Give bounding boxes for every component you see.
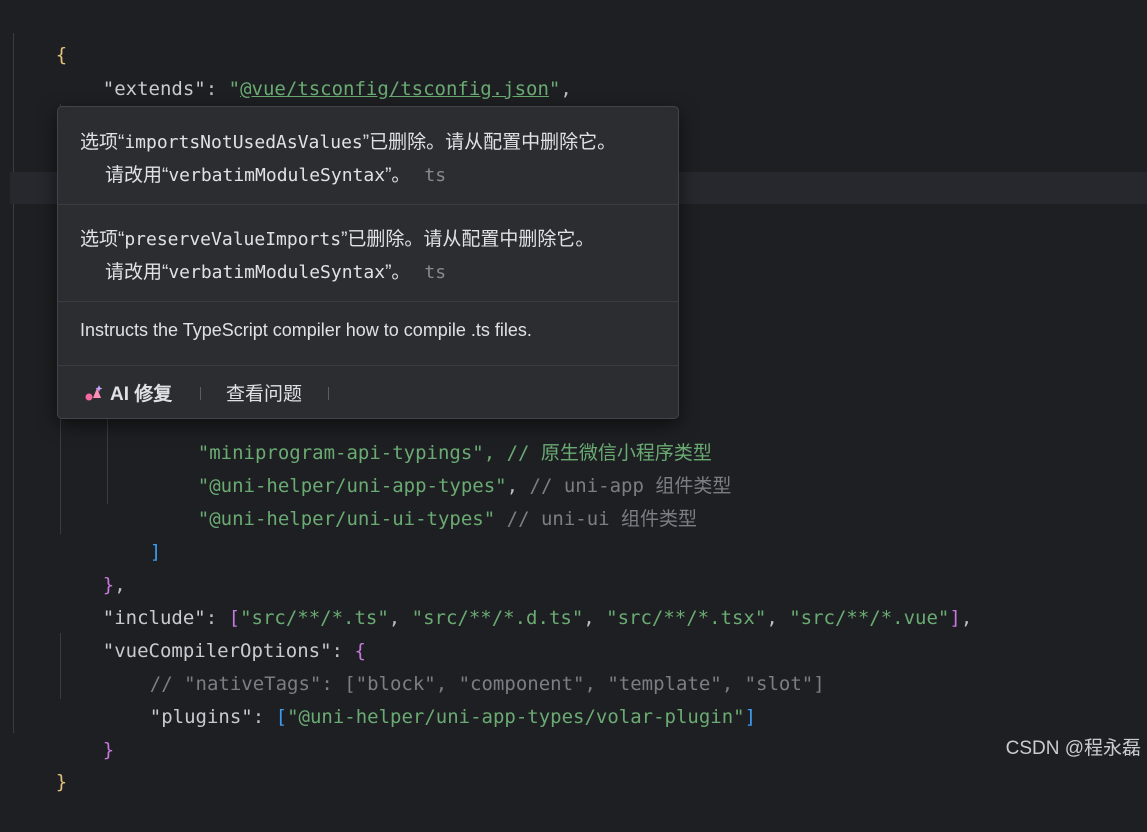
- brace: }: [102, 739, 115, 761]
- documentation-text: Instructs the TypeScript compiler how to…: [80, 320, 532, 340]
- include-entry: "src/**/*.vue": [789, 607, 950, 629]
- problem-popup: 选项“importsNotUsedAsValues”已删除。请从配置中删除它。 …: [57, 106, 679, 419]
- code-line-close-vue: }: [57, 701, 114, 761]
- comma: ,: [960, 607, 973, 629]
- code-comment: // uni-ui 组件类型: [495, 508, 698, 530]
- code-line-vuecompileroptions: "vueCompilerOptions": {: [57, 602, 366, 662]
- action-separator: [328, 387, 329, 400]
- code-line-plugins: "plugins": ["@uni-helper/uni-app-types/v…: [104, 668, 756, 728]
- problem-message-2-hint: 请改用“verbatimModuleSyntax”。 ts: [105, 262, 447, 283]
- json-key: "plugins": [149, 706, 253, 728]
- problem-source: ts: [424, 262, 447, 283]
- code-line-1: {: [10, 6, 67, 66]
- action-separator: [200, 387, 201, 400]
- bracket: [: [275, 706, 288, 728]
- plugin-entry: "@uni-helper/uni-app-types/volar-plugin": [287, 706, 745, 728]
- problem-message-1-hint: 请改用“verbatimModuleSyntax”。 ts: [105, 165, 447, 186]
- code-line-close-object: },: [57, 536, 126, 596]
- bracket: ]: [949, 607, 961, 629]
- ai-fix-button[interactable]: AI 修复: [84, 379, 172, 406]
- indent-guide: [13, 33, 14, 733]
- code-line-compileroptions: "compilerOptions": {: [57, 73, 332, 133]
- popup-divider: [58, 301, 678, 302]
- code-line-uniui-types: "@uni-helper/uni-ui-types" // uni-ui 组件类…: [152, 470, 697, 530]
- bracket: ]: [744, 706, 757, 728]
- colon: :: [252, 706, 276, 728]
- option-name: verbatimModuleSyntax: [168, 165, 386, 186]
- code-line-close-root: }: [10, 733, 67, 793]
- code-line-nativetags: // "nativeTags": ["block", "component", …: [104, 635, 825, 695]
- ai-sparkle-icon: [85, 384, 103, 400]
- code-line-uniapp-types: "@uni-helper/uni-app-types", // uni-app …: [152, 437, 732, 497]
- separator: ,: [388, 607, 412, 629]
- comma: ,: [560, 78, 572, 100]
- problem-source: ts: [424, 165, 447, 186]
- view-problem-button[interactable]: 查看问题: [226, 379, 302, 406]
- brace: }: [55, 771, 68, 793]
- code-line-extends: "extends": "@vue/tsconfig/tsconfig.json"…: [57, 40, 572, 100]
- include-entry: "src/**/*.d.ts": [411, 607, 584, 629]
- code-line-include: "include": ["src/**/*.ts", "src/**/*.d.t…: [57, 569, 973, 629]
- bracket: ]: [149, 541, 162, 563]
- view-problem-label: 查看问题: [226, 384, 303, 405]
- ai-fix-label: AI 修复: [110, 384, 173, 405]
- separator: ,: [766, 607, 790, 629]
- code-line-close-array: ]: [104, 503, 161, 563]
- popup-actions: AI 修复 查看问题: [58, 365, 678, 418]
- problem-message-1: 选项“importsNotUsedAsValues”已删除。请从配置中删除它。: [80, 132, 617, 153]
- option-name: verbatimModuleSyntax: [168, 262, 386, 283]
- popup-divider: [58, 204, 678, 205]
- separator: ,: [583, 607, 607, 629]
- option-name: preserveValueImports: [124, 229, 342, 250]
- problem-message-2: 选项“preserveValueImports”已删除。请从配置中删除它。: [80, 229, 595, 250]
- indent-guide: [107, 404, 108, 504]
- quote: ": [548, 78, 561, 100]
- include-entry: "src/**/*.tsx": [606, 607, 767, 629]
- types-entry: "@uni-helper/uni-ui-types": [197, 508, 496, 530]
- option-name: importsNotUsedAsValues: [124, 132, 363, 153]
- watermark: CSDN @程永磊: [1005, 738, 1141, 759]
